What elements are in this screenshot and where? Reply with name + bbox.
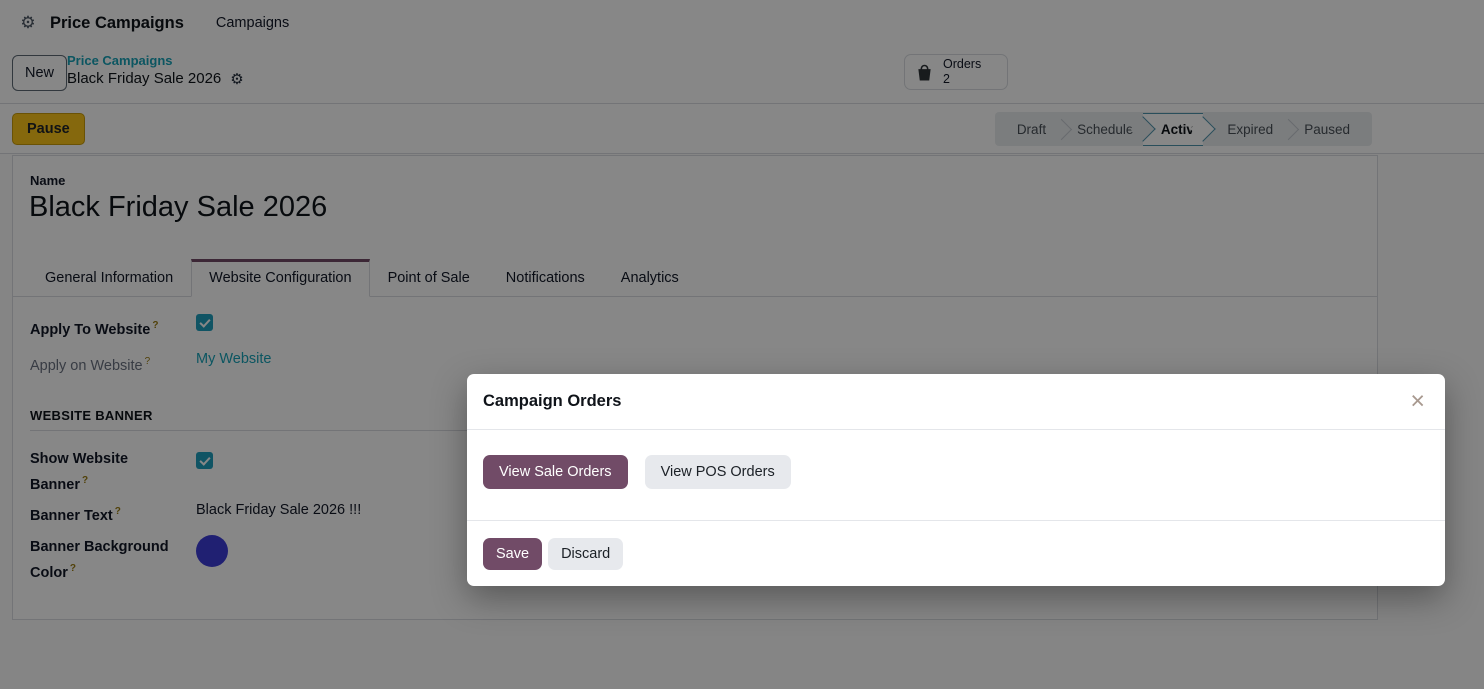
campaign-orders-dialog: Campaign Orders × View Sale Orders View … <box>467 374 1445 586</box>
dialog-title: Campaign Orders <box>483 392 621 411</box>
dialog-footer: Save Discard <box>467 520 1445 570</box>
dialog-body: View Sale Orders View POS Orders <box>467 430 1445 520</box>
close-icon[interactable]: × <box>1410 389 1425 414</box>
save-button[interactable]: Save <box>483 538 542 570</box>
view-pos-orders-button[interactable]: View POS Orders <box>645 455 791 489</box>
dialog-header: Campaign Orders × <box>467 374 1445 430</box>
discard-button[interactable]: Discard <box>548 538 623 570</box>
view-sale-orders-button[interactable]: View Sale Orders <box>483 455 628 489</box>
